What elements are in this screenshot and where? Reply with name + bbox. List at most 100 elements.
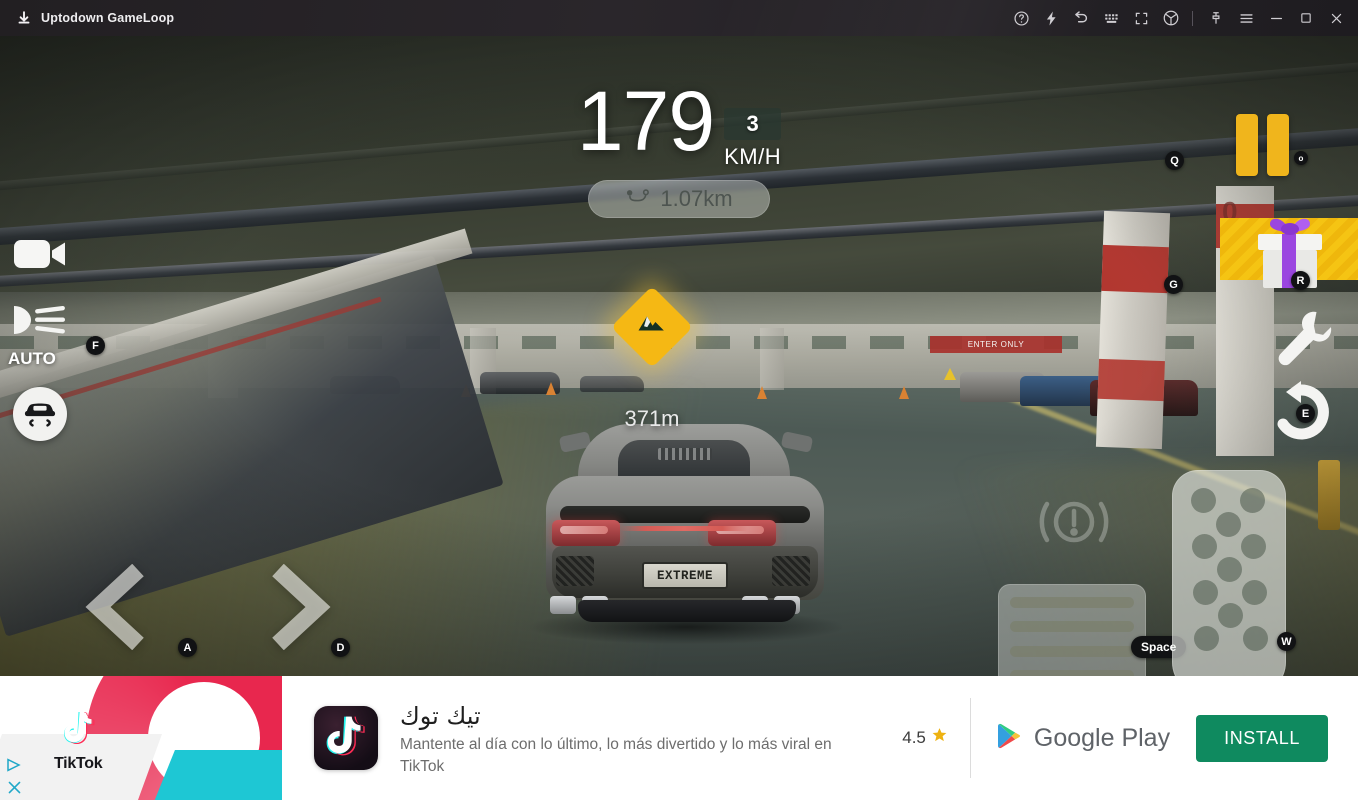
speed-value: 179 xyxy=(576,74,715,168)
car-engine-vent xyxy=(658,448,712,460)
brake-pedal-ridge xyxy=(1010,645,1134,657)
distance-pill: 1.07km xyxy=(588,180,770,218)
reset-car-button[interactable]: E xyxy=(1268,380,1334,447)
waypoint-marker: 371m xyxy=(610,285,694,432)
headlights-button[interactable]: AUTO F xyxy=(8,298,105,369)
game-viewport[interactable]: ENTER ONLY 0 EXTREME 179 3 KM/H 1.07km 3… xyxy=(0,36,1358,676)
adchoices-triangle-icon[interactable] xyxy=(6,758,22,777)
traffic-cone xyxy=(899,386,909,399)
key-hint-w: W xyxy=(1277,632,1296,651)
close-button[interactable] xyxy=(1321,3,1351,33)
key-hint-e: E xyxy=(1296,404,1315,423)
gas-pedal-hole xyxy=(1217,557,1242,582)
titlebar-divider xyxy=(1192,10,1193,26)
gameloop-logo-button[interactable] xyxy=(1156,3,1186,33)
taillight-left xyxy=(552,520,620,546)
brake-pedal-ridge xyxy=(1010,597,1134,608)
gas-pedal-hole xyxy=(1243,626,1268,651)
key-hint-r: R xyxy=(1291,271,1310,290)
ad-creative-image[interactable]: TikTok xyxy=(0,676,282,800)
keymapping-button[interactable] xyxy=(1096,3,1126,33)
gas-pedal-hole xyxy=(1191,488,1216,513)
garage-pillar xyxy=(760,328,784,390)
speed-cluster: 179 3 KM/H 1.07km xyxy=(0,74,1358,218)
steer-right-button[interactable]: D xyxy=(262,564,350,657)
titlebar-left: Uptodown GameLoop xyxy=(0,10,174,26)
steer-left-button[interactable]: A xyxy=(82,564,197,657)
traction-control-circle xyxy=(13,387,67,441)
bumper-mesh xyxy=(556,556,594,586)
pause-button[interactable] xyxy=(1236,114,1289,176)
ad-store[interactable]: Google Play xyxy=(971,722,1196,755)
camera-button[interactable] xyxy=(12,232,68,281)
minimize-button[interactable] xyxy=(1261,3,1291,33)
gas-pedal-hole xyxy=(1194,626,1219,651)
back-button[interactable] xyxy=(1066,3,1096,33)
accelerator-pedal[interactable] xyxy=(1172,470,1286,676)
titlebar-controls xyxy=(1006,3,1358,33)
license-plate: EXTREME xyxy=(642,562,728,589)
gas-pedal-hole xyxy=(1240,488,1265,513)
gear-indicator: 3 xyxy=(724,108,782,140)
garage-button[interactable] xyxy=(1272,308,1336,375)
pause-icon xyxy=(1236,114,1258,176)
wrench-icon xyxy=(1272,311,1336,374)
handbrake-warning-icon xyxy=(1035,486,1113,563)
traffic-cone xyxy=(757,386,767,399)
taillight-right xyxy=(708,520,776,546)
gas-pedal-hole xyxy=(1241,534,1266,559)
close-x-icon[interactable] xyxy=(7,780,22,800)
ad-rating-value: 4.5 xyxy=(902,728,926,747)
gas-pedal-hole xyxy=(1193,580,1218,605)
video-camera-icon xyxy=(12,240,68,280)
gameloop-window: Uptodown GameLoop ENTER ONLY 0 EXTREME 1… xyxy=(0,0,1358,800)
window-titlebar: Uptodown GameLoop xyxy=(0,0,1358,36)
key-hint-f: F xyxy=(86,336,105,355)
key-hint-mouse: o xyxy=(1294,151,1308,165)
key-hint-q: Q xyxy=(1165,151,1184,170)
ad-store-name: Google Play xyxy=(1033,723,1171,752)
fullscreen-button[interactable] xyxy=(1126,3,1156,33)
ad-app-icon[interactable] xyxy=(314,706,378,770)
waypoint-distance: 371m xyxy=(624,406,680,431)
license-plate-text: EXTREME xyxy=(656,568,713,583)
brake-pedal-ridge xyxy=(1010,621,1134,633)
traction-control-button[interactable] xyxy=(13,387,67,441)
gift-box-icon[interactable] xyxy=(1248,206,1332,294)
star-icon xyxy=(931,727,948,749)
ad-brand-logo: TikTok xyxy=(54,710,103,773)
boost-button[interactable] xyxy=(1036,3,1066,33)
ad-rating: 4.5 xyxy=(880,727,970,749)
ad-text-block: تيك توك Mantente al día con lo último, l… xyxy=(378,676,880,800)
warning-sign xyxy=(944,368,956,380)
reset-arrow-icon xyxy=(1268,381,1334,446)
download-arrow-icon xyxy=(16,10,32,26)
adchoices-group[interactable] xyxy=(3,758,25,800)
car-drift-icon xyxy=(22,396,58,433)
traffic-cone xyxy=(546,382,556,395)
ad-brand-word: TikTok xyxy=(54,755,103,772)
hamburger-menu-button[interactable] xyxy=(1231,3,1261,33)
install-button[interactable]: INSTALL xyxy=(1196,714,1328,762)
rear-diffuser xyxy=(578,600,796,622)
speed-unit-label: KM/H xyxy=(724,144,782,169)
window-title: Uptodown GameLoop xyxy=(41,11,175,25)
player-car: EXTREME xyxy=(500,414,870,664)
distance-value: 1.07km xyxy=(660,186,733,211)
side-mirror xyxy=(780,431,814,453)
maximize-button[interactable] xyxy=(1291,3,1321,33)
exhaust-tip xyxy=(550,596,576,614)
mountain-road-sign-icon xyxy=(610,285,694,369)
google-play-icon xyxy=(997,722,1023,755)
key-hint-a: A xyxy=(178,638,197,657)
brake-pedal[interactable] xyxy=(998,584,1146,676)
help-button[interactable] xyxy=(1006,3,1036,33)
key-hint-d: D xyxy=(331,638,350,657)
tiktok-note-icon xyxy=(61,710,95,753)
pause-icon xyxy=(1267,114,1289,176)
pin-button[interactable] xyxy=(1201,3,1231,33)
key-hint-g: G xyxy=(1164,275,1183,294)
enter-only-sign: ENTER ONLY xyxy=(930,336,1062,353)
bumper-mesh xyxy=(772,556,810,586)
ad-banner[interactable]: TikTok تيك توك Mantente al día con lo úl… xyxy=(0,676,1358,800)
